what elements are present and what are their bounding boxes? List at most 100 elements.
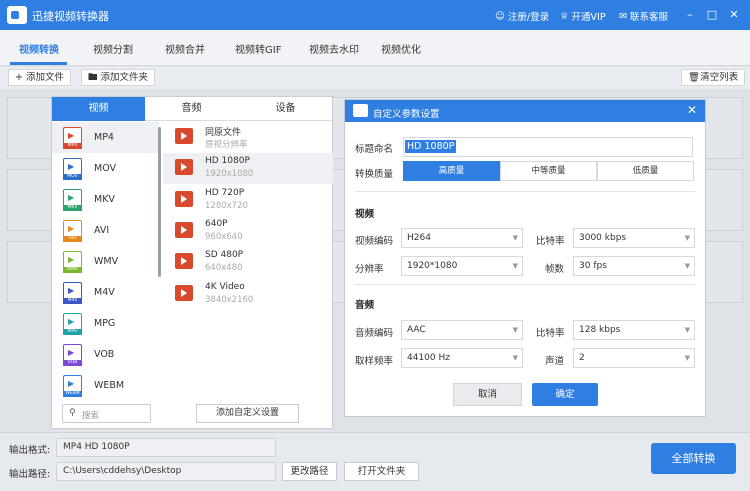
- add-file-button[interactable]: + 添加文件: [8, 69, 71, 86]
- resolution-item[interactable]: 4K Video 3840x2160: [163, 279, 333, 310]
- dialog-title: 自定义参数设置: [373, 109, 440, 120]
- format-item-avi[interactable]: ▶ AVI AVI: [52, 215, 159, 246]
- maximize-icon[interactable]: □: [703, 6, 721, 24]
- video-bitrate-select[interactable]: 3000 kbps ▼: [573, 228, 695, 248]
- custom-params-dialog: 自定义参数设置 ✕ 标题命名 HD 1080P 转换质量 高质量 中等质量 低质…: [344, 99, 706, 417]
- login-link[interactable]: ☺ 注册/登录: [495, 9, 549, 24]
- audio-bitrate-select[interactable]: 128 kbps ▼: [573, 320, 695, 340]
- m4v-file-icon: ▶ M4V: [63, 282, 82, 304]
- fps-label: 帧数: [545, 264, 565, 275]
- support-link[interactable]: ✉ 联系客服: [619, 9, 668, 24]
- chevron-down-icon: ▼: [512, 326, 518, 334]
- format-item-m4v[interactable]: ▶ M4V M4V: [52, 277, 159, 308]
- folder-icon: 🖿: [88, 72, 101, 83]
- resolution-item[interactable]: 640P 960x640: [163, 216, 333, 247]
- chevron-down-icon: ▼: [684, 234, 690, 242]
- resolution-item[interactable]: 同原文件 原视分辨率: [163, 122, 333, 153]
- plus-icon: +: [15, 72, 26, 83]
- open-folder-button[interactable]: 打开文件夹: [344, 462, 419, 481]
- audio-section-title: 音频: [355, 300, 375, 311]
- output-format-select[interactable]: MP4 HD 1080P: [56, 438, 276, 457]
- quality-label: 转换质量: [355, 169, 394, 180]
- toolbar: + 添加文件 🖿 添加文件夹 🗑清空列表: [0, 67, 750, 89]
- format-item-vob[interactable]: ▶ VOB VOB: [52, 339, 159, 370]
- wmv-file-icon: ▶ WMV: [63, 251, 82, 273]
- quality-low-button[interactable]: 低质量: [597, 161, 694, 181]
- mov-file-icon: ▶ MOV: [63, 158, 82, 180]
- format-tab-audio[interactable]: 音频: [145, 97, 238, 121]
- tab-video-optimize[interactable]: 视频优化: [381, 41, 421, 56]
- cancel-button[interactable]: 取消: [453, 383, 522, 406]
- title-bar: 迅捷视频转换器 ☺ 注册/登录 ♕ 开通VIP ✉ 联系客服 – □ ✕: [0, 0, 750, 30]
- audio-bitrate-label: 比特率: [536, 328, 565, 339]
- dialog-header: 自定义参数设置 ✕: [345, 100, 705, 122]
- ok-button[interactable]: 确定: [532, 383, 598, 406]
- format-tab-video[interactable]: 视频: [52, 97, 145, 121]
- format-search-input[interactable]: ⚲ 搜索: [62, 404, 151, 423]
- film-icon: [175, 159, 193, 175]
- resolution-label: 分辨率: [355, 264, 384, 275]
- chevron-down-icon: ▼: [512, 262, 518, 270]
- chevron-down-icon: ▼: [684, 354, 690, 362]
- resolution-item[interactable]: HD 1080P 1920x1080: [163, 153, 333, 184]
- sample-rate-label: 取样频率: [355, 356, 394, 367]
- dialog-close-icon[interactable]: ✕: [687, 103, 697, 117]
- sample-rate-select[interactable]: 44100 Hz ▼: [401, 348, 523, 368]
- film-icon: [175, 222, 193, 238]
- video-section-title: 视频: [355, 209, 375, 220]
- chevron-down-icon: ▼: [684, 262, 690, 270]
- search-icon: ⚲: [69, 408, 76, 418]
- webm-file-icon: ▶ WEBM: [63, 375, 82, 397]
- app-logo-icon: [7, 6, 27, 24]
- crown-icon: ♕: [560, 10, 569, 22]
- mkv-file-icon: ▶ MKV: [63, 189, 82, 211]
- close-icon[interactable]: ✕: [725, 6, 743, 24]
- resolution-item[interactable]: HD 720P 1280x720: [163, 185, 333, 216]
- active-tab-indicator: [10, 62, 67, 65]
- output-path-field[interactable]: C:\Users\cddehsy\Desktop: [56, 462, 276, 481]
- video-codec-select[interactable]: H264 ▼: [401, 228, 523, 248]
- mp4-file-icon: ▶ MP4: [63, 127, 82, 149]
- avi-file-icon: ▶ AVI: [63, 220, 82, 242]
- format-tab-device[interactable]: 设备: [239, 97, 332, 121]
- vip-link[interactable]: ♕ 开通VIP: [560, 9, 606, 24]
- fps-select[interactable]: 30 fps ▼: [573, 256, 695, 276]
- tab-video-gif[interactable]: 视频转GIF: [235, 41, 281, 56]
- clear-list-button[interactable]: 🗑清空列表: [681, 69, 746, 86]
- format-item-mov[interactable]: ▶ MOV MOV: [52, 153, 159, 184]
- video-bitrate-label: 比特率: [536, 236, 565, 247]
- resolution-select[interactable]: 1920*1080 ▼: [401, 256, 523, 276]
- name-label: 标题命名: [355, 144, 394, 155]
- format-item-mpg[interactable]: ▶ MPG MPG: [52, 308, 159, 339]
- convert-all-button[interactable]: 全部转换: [651, 443, 736, 474]
- channel-select[interactable]: 2 ▼: [573, 348, 695, 368]
- change-path-button[interactable]: 更改路径: [282, 462, 337, 481]
- add-folder-button[interactable]: 🖿 添加文件夹: [81, 69, 156, 86]
- tab-video-convert[interactable]: 视频转换: [19, 41, 59, 56]
- resolution-item[interactable]: SD 480P 640x480: [163, 247, 333, 278]
- mpg-file-icon: ▶ MPG: [63, 313, 82, 335]
- format-item-mkv[interactable]: ▶ MKV MKV: [52, 184, 159, 215]
- quality-medium-button[interactable]: 中等质量: [500, 161, 597, 181]
- tab-remove-watermark[interactable]: 视频去水印: [309, 41, 359, 56]
- video-codec-label: 视频编码: [355, 236, 394, 247]
- tab-video-split[interactable]: 视频分割: [93, 41, 133, 56]
- audio-codec-select[interactable]: AAC ▼: [401, 320, 523, 340]
- format-item-webm[interactable]: ▶ WEBM WEBM: [52, 370, 159, 401]
- minimize-icon[interactable]: –: [681, 6, 699, 24]
- app-title: 迅捷视频转换器: [32, 10, 109, 23]
- user-icon: ☺: [495, 10, 505, 22]
- chevron-down-icon: ▼: [684, 326, 690, 334]
- add-custom-setting-button[interactable]: 添加自定义设置: [196, 404, 299, 423]
- format-item-mp4[interactable]: ▶ MP4 MP4: [52, 122, 159, 153]
- output-format-label: 输出格式:: [9, 445, 51, 456]
- title-name-input[interactable]: HD 1080P: [403, 137, 693, 157]
- tab-video-merge[interactable]: 视频合并: [165, 41, 205, 56]
- format-list-scrollbar[interactable]: [158, 127, 161, 277]
- quality-high-button[interactable]: 高质量: [403, 161, 500, 181]
- format-item-wmv[interactable]: ▶ WMV WMV: [52, 246, 159, 277]
- divider: [355, 191, 695, 192]
- film-icon: [175, 191, 193, 207]
- film-icon: [175, 253, 193, 269]
- format-panel: 视频 音频 设备 ▶ MP4 MP4 ▶ MOV MOV ▶ MKV MKV ▶ AVI…: [51, 96, 333, 429]
